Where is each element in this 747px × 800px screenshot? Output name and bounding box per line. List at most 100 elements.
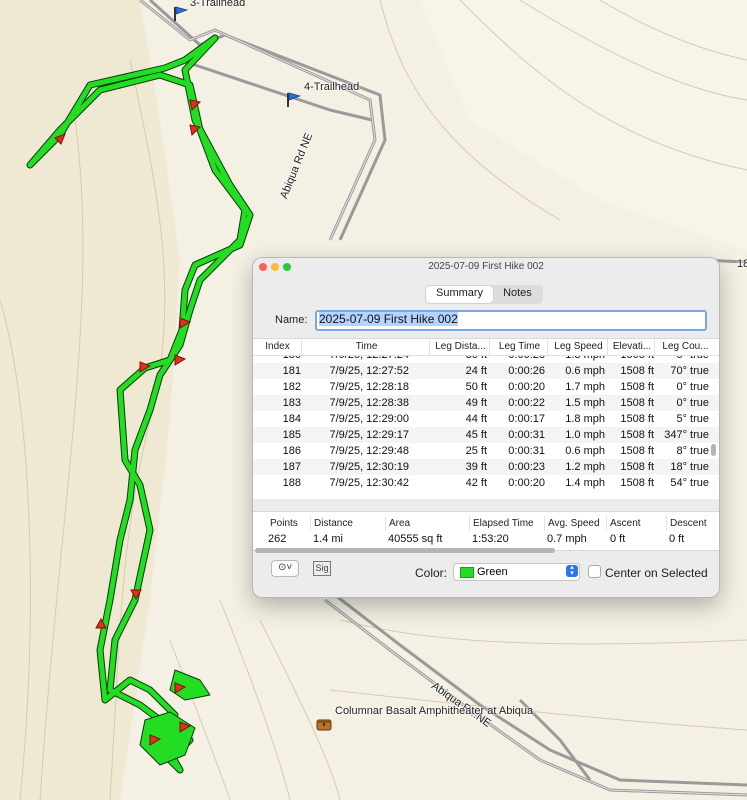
tab-control: Summary Notes [425,285,543,304]
stats-header: Descent [666,516,719,531]
table-row[interactable]: 183 7/9/25, 12:28:38 49 ft 0:00:22 1.5 mph 15… [253,395,719,411]
name-field-value: 2025-07-09 First Hike 002 [319,312,458,326]
track-info-window: 2025-07-09 First Hike 002 Summary Notes … [252,257,720,598]
table-cell: 24 ft [465,365,487,377]
table-cell: 0:00:17 [508,413,545,425]
table-row[interactable]: 182 7/9/25, 12:28:18 50 ft 0:00:20 1.7 mph 15… [253,379,719,395]
table-cell: 0.6 mph [565,365,605,377]
stats-header: Distance [310,516,384,531]
close-window-button[interactable] [259,263,267,271]
column-header[interactable]: Leg Speed [547,339,607,355]
table-cell: 184 [282,413,301,425]
table-cell: 42 ft [465,477,487,489]
table-cell: 7/9/25, 12:29:17 [329,429,409,441]
table-cell: 54° true [670,477,709,489]
table-cell: 0:00:20 [508,477,545,489]
table-cell: 7/9/25, 12:30:42 [329,477,409,489]
trailhead-label[interactable]: 3-Trailhead [190,0,245,9]
table-cell: 1.0 mph [565,429,605,441]
table-row[interactable]: 186 7/9/25, 12:29:48 25 ft 0:00:31 0.6 mph 15… [253,443,719,459]
minimize-window-button[interactable] [271,263,279,271]
stats-header: Elapsed Time [469,516,545,531]
name-field[interactable]: 2025-07-09 First Hike 002 [315,310,707,331]
poi-label[interactable]: Columnar Basalt Amphitheater at Abiqua [335,705,533,717]
stats-header: Area [385,516,469,531]
table-row[interactable]: 188 7/9/25, 12:30:42 42 ft 0:00:20 1.4 mph 15… [253,475,719,491]
color-value: Green [477,566,508,578]
color-select[interactable]: Green ▴ ▾ [453,563,580,581]
ellipsis-circle-icon: ⊙˅ [278,562,293,573]
table-cell: 182 [282,381,301,393]
column-header[interactable]: Leg Dista... [429,339,489,355]
stats-value: 0 ft [610,533,626,545]
table-cell: 70° true [670,365,709,377]
table-cell: 0:00:31 [508,429,545,441]
actions-menu-button[interactable]: ⊙˅ [271,560,299,577]
table-cell: 185 [282,429,301,441]
table-cell: 0:00:26 [508,365,545,377]
color-label: Color: [415,566,448,580]
table-cell: 1.7 mph [565,381,605,393]
signature-icon[interactable]: Sig [313,561,331,576]
track-direction-marker [174,354,187,366]
track-points-table[interactable]: 1807/9/25, 12:27:2430 ft0:00:281.3 mph15… [253,338,719,499]
table-cell: 7/9/25, 12:30:19 [329,461,409,473]
table-cell: 18° true [670,461,709,473]
table-cell: 1508 ft [620,413,654,425]
table-cell: 8° true [676,445,709,457]
table-cell: 0° true [676,397,709,409]
stats-value: 40555 sq ft [388,533,443,545]
track-stats-table: Points Distance Area Elapsed Time Avg. S… [253,511,719,551]
table-cell: 7/9/25, 12:28:18 [329,381,409,393]
window-titlebar[interactable]: 2025-07-09 First Hike 002 [253,258,719,278]
table-cell: 7/9/25, 12:28:38 [329,397,409,409]
poi-chest-icon[interactable] [316,717,332,731]
table-header: Index Time Leg Dista... Leg Time Leg Speed El… [253,339,719,356]
table-cell: 186 [282,445,301,457]
table-cell: 0:00:23 [508,461,545,473]
table-cell: 5° true [676,413,709,425]
table-cell: 1508 ft [620,381,654,393]
table-cell: 1508 ft [620,365,654,377]
table-cell: 39 ft [465,461,487,473]
center-on-selected-checkbox[interactable] [588,565,601,578]
table-row[interactable]: 185 7/9/25, 12:29:17 45 ft 0:00:31 1.0 mph 15… [253,427,719,443]
table-cell: 0:00:31 [508,445,545,457]
table-cell: 183 [282,397,301,409]
table-cell: 0° true [676,381,709,393]
stats-value: 0.7 mph [547,533,587,545]
column-header[interactable]: Index [253,339,300,355]
stats-value: 1.4 mi [313,533,343,545]
tab-summary[interactable]: Summary [426,286,494,303]
zoom-window-button[interactable] [283,263,291,271]
table-cell: 188 [282,477,301,489]
table-cell: 1508 ft [620,477,654,489]
stats-header: Avg. Speed [544,516,606,531]
trailhead-label[interactable]: 4-Trailhead [304,81,359,93]
column-header[interactable]: Leg Time [489,339,547,355]
trailhead-flag-icon[interactable] [172,6,189,22]
chevron-up-down-icon: ▴ ▾ [566,564,578,577]
column-header[interactable]: Leg Cou... [654,339,714,355]
stats-value: 0 ft [669,533,685,545]
table-row[interactable]: 184 7/9/25, 12:29:00 44 ft 0:00:17 1.8 mph 15… [253,411,719,427]
table-row[interactable]: 187 7/9/25, 12:30:19 39 ft 0:00:23 1.2 mph 15… [253,459,719,475]
table-cell: 7/9/25, 12:29:00 [329,413,409,425]
table-cell: 0:00:22 [508,397,545,409]
stats-header: Points [270,518,298,529]
table-cell: 0:00:20 [508,381,545,393]
table-vertical-scrollbar[interactable] [711,444,716,456]
column-header[interactable]: Elevati... [607,339,654,355]
table-cell: 1.8 mph [565,413,605,425]
column-header[interactable]: Time [301,339,429,355]
stats-header: Ascent [606,516,665,531]
trailhead-flag-icon[interactable] [285,92,302,108]
stats-value: 262 [268,533,287,545]
table-row[interactable]: 181 7/9/25, 12:27:52 24 ft 0:00:26 0.6 mph 15… [253,363,719,379]
center-on-selected-label[interactable]: Center on Selected [605,566,708,580]
table-cell: 187 [282,461,301,473]
tab-notes[interactable]: Notes [493,286,542,303]
table-cell: 1.2 mph [565,461,605,473]
table-cell: 7/9/25, 12:27:52 [329,365,409,377]
table-cell: 1508 ft [620,429,654,441]
